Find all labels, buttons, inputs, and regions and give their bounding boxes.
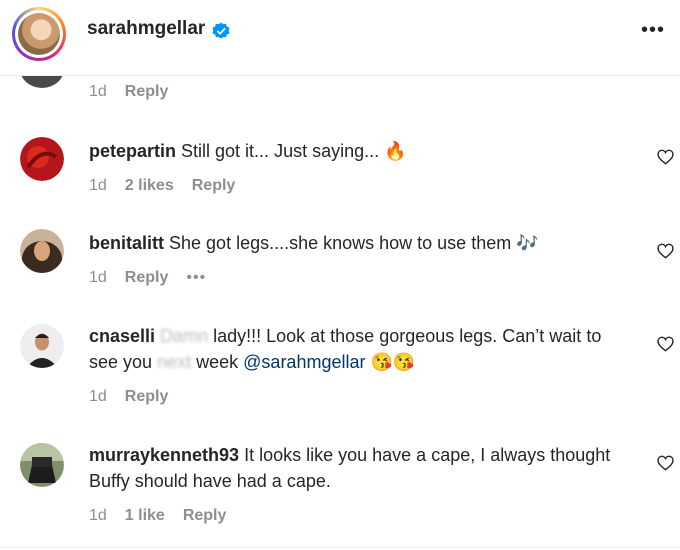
comment-time: 1d bbox=[89, 388, 107, 405]
reply-button[interactable]: Reply bbox=[125, 83, 169, 100]
comment-time: 1d bbox=[89, 177, 107, 194]
comment-username[interactable]: cnaselli bbox=[89, 326, 155, 346]
comment-options-icon[interactable]: ••• bbox=[186, 269, 206, 286]
comment-time: 1d bbox=[89, 507, 107, 524]
header-username[interactable]: sarahmgellar bbox=[87, 18, 205, 40]
comment-body: week bbox=[196, 352, 239, 372]
obscured-text: Damn bbox=[160, 326, 209, 346]
likes-count[interactable]: 1 like bbox=[125, 507, 165, 524]
comment-username[interactable]: murraykenneth93 bbox=[89, 445, 239, 465]
comment-meta: 1d 2 likes Reply bbox=[89, 177, 253, 195]
avatar[interactable] bbox=[20, 324, 64, 368]
obscured-text: next bbox=[157, 352, 192, 372]
reply-button[interactable]: Reply bbox=[192, 177, 236, 194]
comment-username[interactable]: petepartin bbox=[89, 141, 176, 161]
comment-text: petepartin Still got it... Just saying..… bbox=[89, 138, 634, 164]
comment-username[interactable]: benitalitt bbox=[89, 233, 164, 253]
reply-button[interactable]: Reply bbox=[125, 269, 169, 286]
divider bbox=[0, 547, 680, 548]
avatar[interactable] bbox=[20, 443, 64, 487]
avatar bbox=[18, 13, 60, 55]
avatar[interactable] bbox=[20, 229, 64, 273]
comment-text: cnaselli Damn lady!!! Look at those gorg… bbox=[89, 323, 634, 375]
heart-icon[interactable] bbox=[657, 336, 674, 352]
heart-icon[interactable] bbox=[657, 149, 674, 165]
more-options-icon[interactable]: ••• bbox=[641, 20, 665, 40]
reply-button[interactable]: Reply bbox=[125, 388, 169, 405]
post-header: sarahmgellar ••• bbox=[0, 0, 680, 76]
comment-time: 1d bbox=[89, 83, 107, 100]
likes-count[interactable]: 2 likes bbox=[125, 177, 174, 194]
story-ring-avatar[interactable] bbox=[12, 7, 66, 61]
emoji: 😘😘 bbox=[370, 352, 416, 372]
comment-meta: 1d 1 like Reply bbox=[89, 507, 244, 525]
reply-button[interactable]: Reply bbox=[183, 507, 227, 524]
heart-icon[interactable] bbox=[657, 243, 674, 259]
comment-meta: 1d Reply bbox=[89, 388, 186, 406]
verified-badge-icon bbox=[212, 22, 230, 39]
comment-meta: 1d Reply ••• bbox=[89, 269, 224, 287]
comment-time: 1d bbox=[89, 269, 107, 286]
avatar[interactable] bbox=[20, 137, 64, 181]
comment-body: She got legs....she knows how to use the… bbox=[169, 233, 539, 253]
comment-meta: 1d Reply bbox=[89, 83, 186, 101]
comment-text: benitalitt She got legs....she knows how… bbox=[89, 230, 634, 256]
comment-body: Still got it... Just saying... 🔥 bbox=[181, 141, 407, 161]
comment-text: murraykenneth93 It looks like you have a… bbox=[89, 442, 634, 494]
mention-link[interactable]: @sarahmgellar bbox=[243, 352, 365, 372]
heart-icon[interactable] bbox=[657, 455, 674, 471]
